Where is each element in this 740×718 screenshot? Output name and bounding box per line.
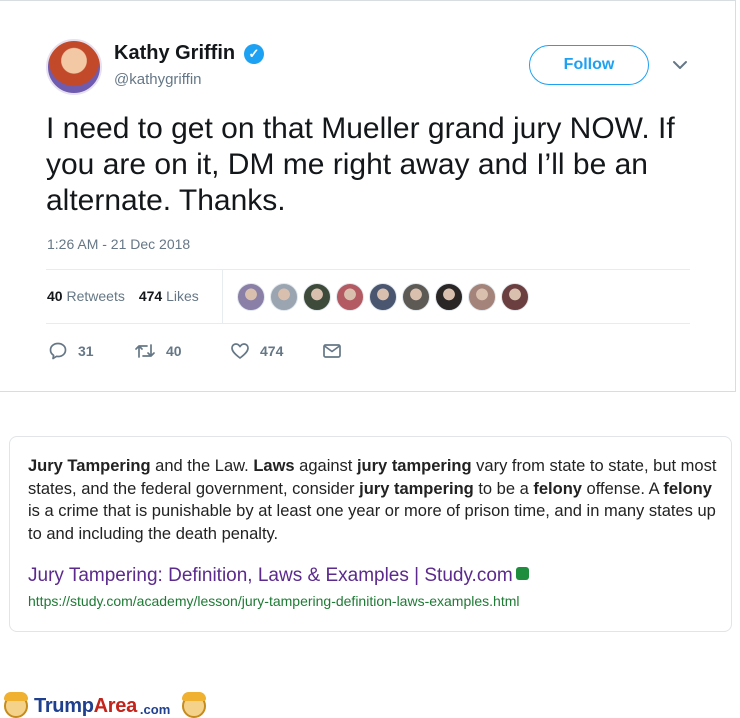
liker-avatar[interactable]: [402, 283, 430, 311]
search-result-snippet: Jury Tampering and the Law. Laws against…: [9, 436, 732, 632]
liker-avatar[interactable]: [468, 283, 496, 311]
liker-avatars: [237, 283, 529, 311]
chevron-down-icon[interactable]: [670, 55, 690, 75]
tweet-actions: 31 40 474: [48, 341, 342, 361]
watermark-logo: TrumpArea .com: [4, 692, 207, 718]
snippet-segment: is a crime that is punishable by at leas…: [28, 502, 716, 543]
liker-avatar[interactable]: [237, 283, 265, 311]
snippet-keyword: felony: [663, 479, 712, 498]
cartoon-face-icon: [182, 692, 207, 718]
tweet-text: I need to get on that Mueller grand jury…: [46, 112, 675, 217]
snippet-keyword: felony: [533, 479, 582, 498]
tweet-timestamp[interactable]: 1:26 AM - 21 Dec 2018: [47, 236, 190, 252]
retweets-label: Retweets: [66, 288, 125, 304]
watermark-brand: TrumpArea: [34, 695, 137, 718]
retweet-button[interactable]: 40: [134, 341, 230, 361]
direct-message-button[interactable]: [322, 342, 342, 360]
divider: [222, 269, 223, 323]
envelope-icon: [323, 344, 341, 358]
snippet-segment: offense. A: [581, 479, 664, 498]
reply-count: 31: [78, 343, 94, 359]
user-name[interactable]: Kathy Griffin: [114, 42, 235, 65]
likes-count: 474: [138, 288, 163, 304]
snippet-keyword: Laws: [253, 457, 295, 475]
follow-button[interactable]: Follow: [529, 45, 649, 85]
cartoon-face-icon: [4, 692, 28, 718]
tweet-stats: 40 Retweets 474 Likes: [47, 288, 199, 304]
liker-avatar[interactable]: [435, 283, 463, 311]
verified-shield-icon: [515, 567, 529, 580]
snippet-text: Jury Tampering and the Law. Laws against…: [28, 455, 718, 545]
watermark-suffix: .com: [139, 701, 171, 717]
verified-badge-icon: ✓: [244, 44, 264, 64]
reply-button[interactable]: 31: [48, 341, 134, 361]
snippet-segment: to be a: [473, 479, 534, 498]
retweet-count: 40: [166, 343, 182, 359]
snippet-keyword: jury tampering: [359, 479, 474, 498]
heart-icon: [231, 343, 249, 359]
liker-avatar[interactable]: [369, 283, 397, 311]
result-title-link[interactable]: Jury Tampering: Definition, Laws & Examp…: [28, 565, 529, 587]
snippet-keyword: jury tampering: [356, 457, 472, 475]
like-count: 474: [260, 343, 284, 359]
snippet-keyword: Jury Tampering: [28, 457, 151, 475]
reply-icon: [49, 342, 67, 360]
brand-part1: Trump: [34, 694, 94, 717]
result-title-text: Jury Tampering: Definition, Laws & Examp…: [28, 565, 513, 586]
divider: [46, 323, 690, 324]
liker-avatar[interactable]: [336, 283, 364, 311]
like-button[interactable]: 474: [230, 341, 322, 361]
liker-avatar[interactable]: [501, 283, 529, 311]
user-handle[interactable]: @kathygriffin: [114, 71, 202, 88]
snippet-segment: and the Law.: [150, 457, 254, 475]
divider: [46, 269, 690, 270]
retweets-count: 40: [47, 288, 63, 304]
tweet-card: Kathy Griffin ✓ @kathygriffin Follow I n…: [0, 0, 736, 392]
likes-label: Likes: [166, 288, 199, 304]
retweets-stat[interactable]: 40 Retweets: [47, 288, 125, 304]
retweet-icon: [135, 344, 155, 358]
avatar[interactable]: [46, 39, 102, 95]
brand-part2: Area: [93, 694, 138, 717]
snippet-segment: against: [294, 457, 357, 475]
liker-avatar[interactable]: [303, 283, 331, 311]
result-url[interactable]: https://study.com/academy/lesson/jury-ta…: [28, 593, 520, 609]
likes-stat[interactable]: 474 Likes: [139, 288, 199, 304]
liker-avatar[interactable]: [270, 283, 298, 311]
